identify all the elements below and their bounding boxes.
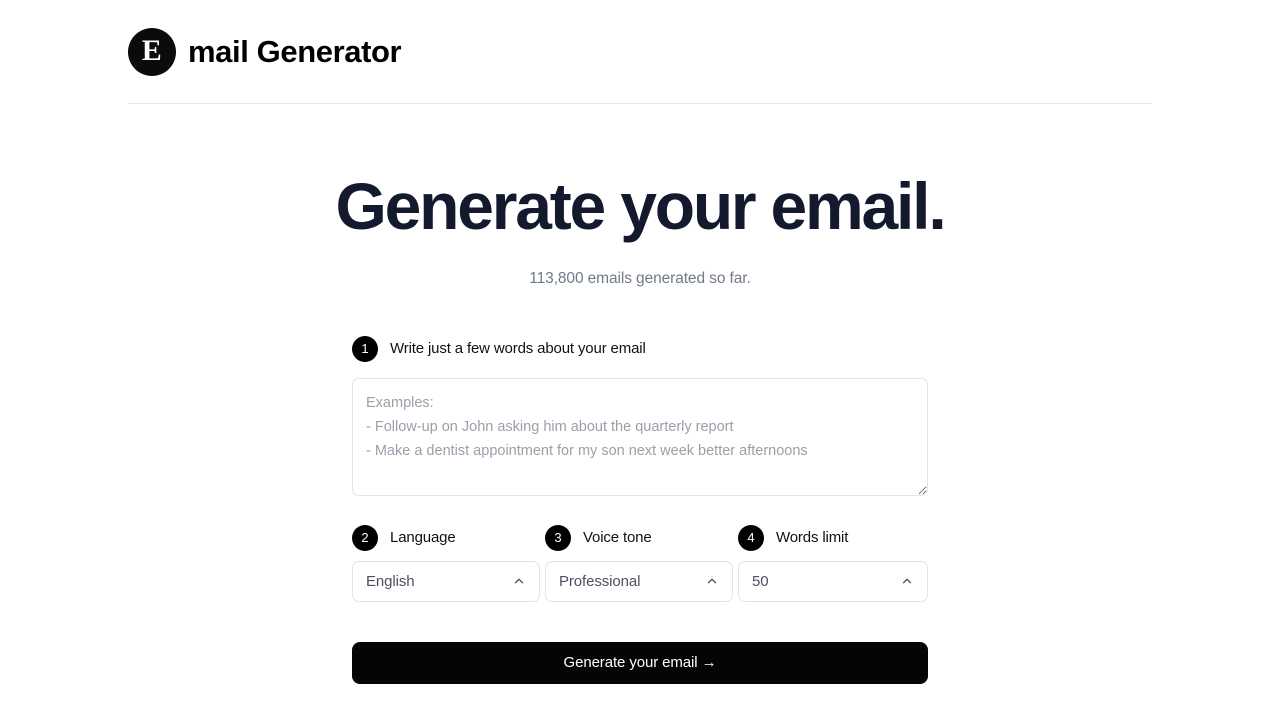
step-1-header: 1 Write just a few words about your emai… [352,335,928,362]
step-3-header: 3 Voice tone [545,524,733,551]
generate-email-button[interactable]: Generate your email → [352,641,928,684]
email-prompt-input[interactable] [352,377,928,496]
voice-tone-select-value: Professional [559,572,641,590]
chevron-up-icon [705,574,719,588]
words-limit-select[interactable]: 50 [738,560,928,602]
step-1-label: Write just a few words about your email [390,340,646,358]
language-select[interactable]: English [352,560,540,602]
words-limit-select-value: 50 [752,572,769,590]
app-root: E mail Generator Generate your email. 11… [0,0,1280,720]
logo-letter: E [141,34,163,67]
site-header: E mail Generator [128,0,1152,104]
language-select-value: English [366,572,415,590]
step-2-header: 2 Language [352,524,540,551]
step-4-badge: 4 [738,524,764,551]
voice-tone-select[interactable]: Professional [545,560,733,602]
step-2-label: Language [390,529,456,547]
language-option-group: 2 Language English [352,524,540,602]
chevron-up-icon [512,574,526,588]
page-title: Generate your email. [335,169,947,243]
app-title: mail Generator [188,34,402,69]
step-3-badge: 3 [545,524,571,551]
step-4-label: Words limit [776,529,849,547]
hero-section: Generate your email. 113,800 emails gene… [0,104,1280,288]
email-generator-form: 1 Write just a few words about your emai… [352,288,928,684]
circle-e-logo-icon: E [128,27,176,76]
step-1-badge: 1 [352,335,378,362]
step-3-label: Voice tone [583,529,652,547]
chevron-up-icon [900,574,914,588]
brand-link[interactable]: E mail Generator [128,27,402,76]
step-2-badge: 2 [352,524,378,551]
step-4-header: 4 Words limit [738,524,928,551]
generated-count-text: 113,800 emails generated so far. [529,269,751,287]
words-limit-option-group: 4 Words limit 50 [738,524,928,602]
main-content: Generate your email. 113,800 emails gene… [0,104,1280,684]
prompt-field-wrapper [352,377,928,501]
options-row: 2 Language English 3 Voice tone Professi… [352,524,928,602]
voice-tone-option-group: 3 Voice tone Professional [545,524,733,602]
